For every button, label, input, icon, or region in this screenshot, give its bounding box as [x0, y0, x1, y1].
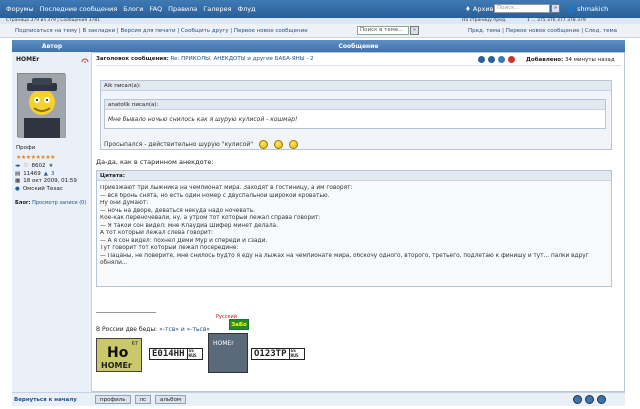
reply-icon[interactable]: [488, 56, 495, 63]
page-numbers[interactable]: 1 ... 375 376 377 378 379: [527, 18, 586, 23]
license-plate-2: O123TP 55 RUS: [251, 348, 305, 360]
topic-search-input[interactable]: Поиск в теме...: [357, 26, 409, 35]
avatar: [17, 73, 66, 138]
archive-link[interactable]: ♦ Архив: [465, 5, 493, 13]
citation-line: — Я такой сон видел: мне Клаудиа Шифер м…: [100, 222, 278, 229]
nav-forums[interactable]: Форумы: [6, 5, 34, 13]
citation-line: Приезжают три лыжника на чемпионат мира.…: [100, 185, 353, 191]
message-count: 8602: [31, 163, 46, 169]
inner-quote-text: Мне бывало ночью снилось как я шурую кул…: [108, 116, 298, 123]
citation-line: А тот который лежал слева говорит:: [100, 230, 213, 236]
stats-row-location: ● Омский Техас: [15, 186, 77, 194]
site-search-input[interactable]: Поиск...: [494, 4, 550, 13]
nav-faq[interactable]: FAQ: [150, 5, 163, 13]
citation-label: Цитата:: [97, 171, 611, 181]
post-title-label: Заголовок сообщения:: [96, 56, 169, 62]
outer-quote-author: Aik писал(а):: [101, 81, 611, 91]
reply-text: Да-да, как в старинном анекдоте:: [96, 158, 214, 166]
edit-icon[interactable]: [573, 395, 582, 404]
outer-quote-text: Просыпался - действительно шурую "кулисо…: [104, 140, 299, 149]
car-image: HOMEr: [208, 333, 248, 373]
post-topic-link[interactable]: Re: ПРИКОЛЫ, АНЕКДОТЫ и другие БАБА-ЯНЫ …: [171, 56, 314, 62]
thumb-icon: ▲: [43, 170, 48, 177]
album-button[interactable]: альбом: [155, 395, 187, 404]
smiley-icon: [274, 140, 284, 149]
post-date: Добавлено: 34 минуты назад: [526, 57, 615, 63]
prev-page-link[interactable]: На страницу пред.: [462, 18, 506, 23]
post-table-header: Автор Сообщение: [12, 40, 625, 52]
location-icon: ●: [15, 185, 20, 192]
profile-buttons: профиль лс альбом: [95, 395, 187, 404]
nav-rules[interactable]: Правила: [168, 5, 197, 13]
author-name[interactable]: HOMEr: [16, 56, 39, 63]
back-to-top-link[interactable]: Вернуться к началу: [14, 397, 77, 403]
signature-text: В России две беды: «-тсв» и «-тьсв»: [96, 326, 211, 333]
blog-label: Блог:: [15, 200, 31, 206]
document-icon: ▤: [15, 170, 21, 177]
inner-quote-author: anatolik писал(а):: [105, 100, 605, 110]
heart-icon: ♡: [23, 163, 29, 169]
citation-line: — вся бронь снята, но есть один номер с …: [100, 192, 330, 199]
online-status-icon: [81, 58, 89, 63]
star-icon: ★: [48, 163, 54, 169]
post-action-icons: [478, 56, 515, 63]
main-nav: Форумы Последние сообщения Блоги FAQ Пра…: [6, 5, 256, 13]
report-icon[interactable]: [498, 56, 505, 63]
page-count: Страница 379 из 379 | Сообщения 3781: [6, 18, 101, 23]
stats-row-rep: ▤ 11469 ▲ 3: [15, 171, 77, 179]
author-rank: Профи: [16, 145, 36, 151]
top-navigation-bar: Форумы Последние сообщения Блоги FAQ Пра…: [0, 0, 640, 18]
citation-line: Тут говорит тот который лежал посередине…: [100, 245, 239, 251]
nav-gallery[interactable]: Галерея: [203, 5, 231, 13]
footer-action-icons: [573, 395, 606, 404]
pm-button[interactable]: лс: [134, 395, 152, 404]
license-plate-1: E014HH 55 RUS: [149, 348, 203, 360]
arrows-icon: ◂▸: [15, 163, 21, 169]
topic-actions-bar: Подписаться на тему | В закладки | Верси…: [0, 24, 640, 38]
citation-line: — А я сон видел: похнел Деми Мур и спере…: [100, 237, 268, 244]
joined-date: 18 окт 2009, 01:59: [23, 178, 77, 184]
quote-icon[interactable]: [478, 56, 485, 63]
author-location: Омский Техас: [22, 185, 63, 192]
smiley-icon: [259, 140, 269, 149]
rep-count: 11469: [23, 170, 41, 177]
user-menu[interactable]: 👤 shmakich: [567, 5, 608, 13]
nav-flood[interactable]: Флуд: [237, 5, 255, 13]
message-column-header: Сообщение: [338, 43, 379, 50]
site-search-button[interactable]: »: [551, 4, 560, 13]
topic-search-button[interactable]: »: [410, 26, 419, 35]
citation-line: — Пацаны, не поверите, мне снилось будто…: [100, 252, 589, 267]
citation-line: — ночь на дворе, деваться некуда надо но…: [100, 207, 255, 214]
signature-divider: [96, 312, 156, 313]
topic-action-links[interactable]: Подписаться на тему | В закладки | Верси…: [15, 28, 308, 34]
homer-sign-image: 67 Ho HOMEr: [96, 338, 142, 372]
author-column-header: Автор: [41, 43, 63, 50]
quote-icon[interactable]: [585, 395, 594, 404]
blog-link[interactable]: Просмотр записи (0): [32, 200, 86, 206]
badge-count: 3: [50, 170, 55, 177]
author-stats: ◂▸ ♡ 8602 ★ ▤ 11469 ▲ 3 ▦ 18 окт 2009, 0…: [15, 163, 77, 193]
zabo-badge: ЗаБо: [229, 319, 249, 330]
author-blog: Блог: Просмотр записи (0): [15, 200, 91, 207]
rank-stars: ★★★★★★★★: [16, 154, 56, 161]
nav-blogs[interactable]: Блоги: [123, 5, 143, 13]
smiley-icon: [289, 140, 299, 149]
stats-row-joined: ▦ 18 окт 2009, 01:59: [15, 178, 77, 186]
stats-row-messages: ◂▸ ♡ 8602 ★: [15, 163, 77, 171]
like-icon[interactable]: [508, 56, 515, 63]
citation-line: Ну они думают:: [100, 200, 149, 206]
nav-latest[interactable]: Последние сообщения: [40, 5, 118, 13]
topic-navigation-links[interactable]: Пред. тема | Первое новое сообщение | Сл…: [468, 28, 617, 34]
citation-text: Приезжают три лыжника на чемпионат мира.…: [100, 185, 608, 268]
calendar-icon: ▦: [15, 178, 21, 184]
up-icon[interactable]: [597, 395, 606, 404]
profile-button[interactable]: профиль: [95, 395, 131, 404]
citation-line: Кое-как переночевали, ну, а утром тот ко…: [100, 215, 321, 221]
